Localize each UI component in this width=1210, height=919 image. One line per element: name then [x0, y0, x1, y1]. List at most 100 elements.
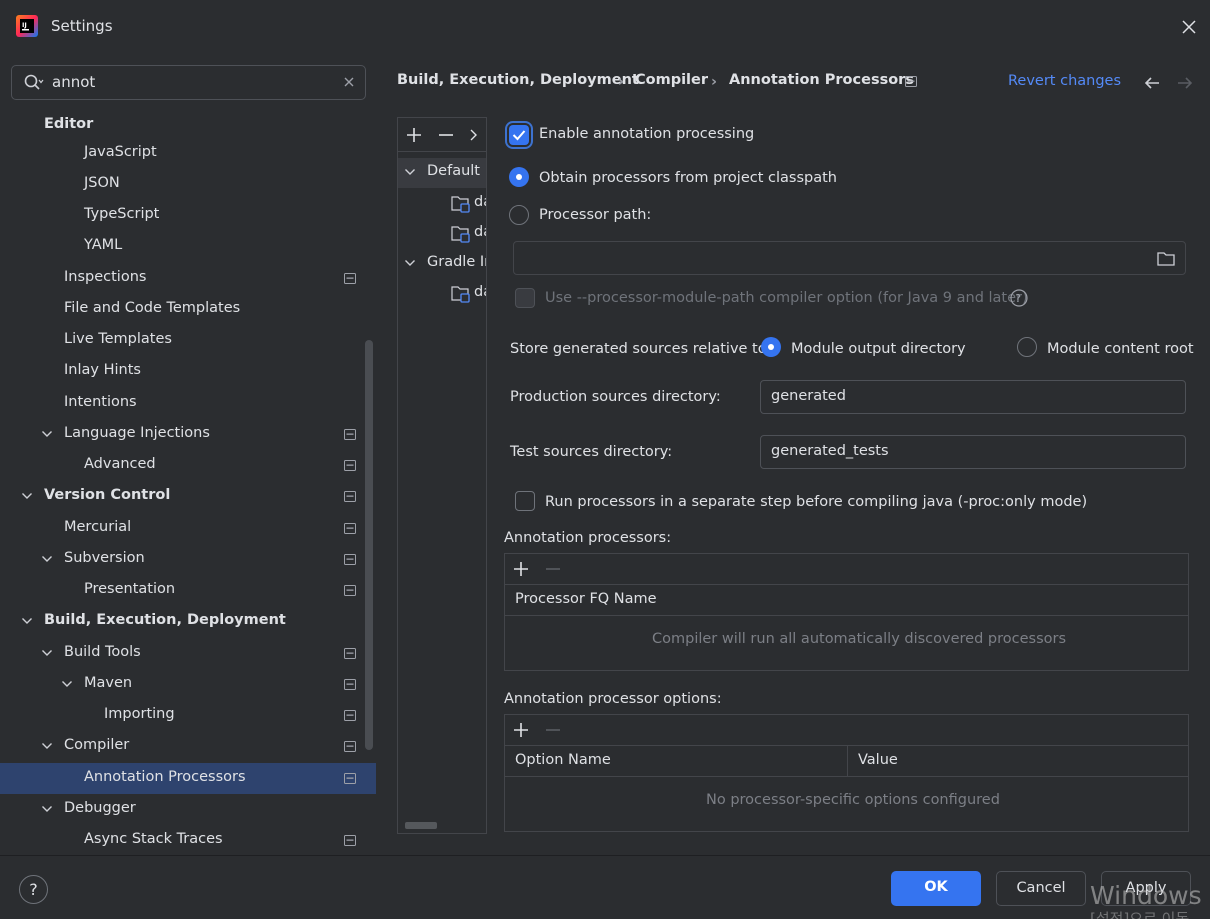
processor-module-path-label: Use --processor-module-path compiler opt…	[545, 290, 1028, 306]
tree-item-label: Inlay Hints	[64, 362, 141, 378]
tree-item[interactable]: Build Tools	[0, 638, 376, 669]
search-input[interactable]: annot	[52, 73, 95, 91]
test-sources-input[interactable]: generated_tests	[760, 435, 1186, 469]
profile-module[interactable]: da	[398, 279, 486, 309]
tree-item[interactable]: Editor	[0, 110, 376, 141]
options-table-header: Option Name Value	[505, 746, 1188, 777]
more-chevron-right-icon[interactable]	[468, 128, 478, 142]
enable-annotation-processing-label: Enable annotation processing	[539, 126, 755, 142]
help-circle-icon[interactable]: ?	[1010, 289, 1028, 307]
column-value[interactable]: Value	[858, 752, 898, 768]
module-content-root-radio[interactable]	[1017, 337, 1037, 357]
tree-item[interactable]: Importing	[0, 700, 376, 731]
svg-text:IJ: IJ	[22, 21, 27, 29]
tree-item[interactable]: Subversion	[0, 544, 376, 575]
tree-item-label: Live Templates	[64, 331, 172, 347]
test-sources-label: Test sources directory:	[510, 444, 673, 460]
column-option-name[interactable]: Option Name	[515, 752, 611, 768]
tree-item[interactable]: Inlay Hints	[0, 356, 376, 387]
tree-item[interactable]: Debugger	[0, 794, 376, 825]
tree-item[interactable]: Live Templates	[0, 325, 376, 356]
processors-toolbar	[505, 554, 1188, 585]
chevron-down-icon[interactable]	[41, 741, 53, 751]
tree-item[interactable]: Build, Execution, Deployment	[0, 606, 376, 637]
chevron-down-icon[interactable]	[41, 429, 53, 439]
add-processor-icon[interactable]	[513, 561, 529, 577]
tree-item[interactable]: Inspections	[0, 263, 376, 294]
remove-option-icon[interactable]	[545, 722, 561, 738]
tree-item-label: Build, Execution, Deployment	[44, 612, 286, 628]
tree-item[interactable]: Intentions	[0, 388, 376, 419]
cancel-button[interactable]: Cancel	[996, 871, 1086, 906]
tree-item-label: Language Injections	[64, 425, 210, 441]
processor-path-radio[interactable]	[509, 205, 529, 225]
remove-profile-icon[interactable]	[438, 127, 454, 143]
module-folder-icon	[451, 195, 471, 213]
profile-group[interactable]: Gradle In	[398, 249, 486, 279]
run-separate-step-checkbox[interactable]	[515, 491, 535, 511]
tree-item[interactable]: File and Code Templates	[0, 294, 376, 325]
tree-item[interactable]: Version Control	[0, 481, 376, 512]
back-arrow-icon[interactable]	[1143, 76, 1161, 90]
processors-table-header: Processor FQ Name	[505, 585, 1188, 616]
tree-item[interactable]: Async Stack Traces	[0, 825, 376, 853]
chevron-down-icon[interactable]	[41, 804, 53, 814]
processor-path-label: Processor path:	[539, 207, 652, 223]
windows-activation-watermark: Windows 정	[1090, 881, 1210, 910]
help-button[interactable]: ?	[19, 875, 48, 904]
project-level-page-icon	[344, 648, 356, 659]
tree-item[interactable]: TypeScript	[0, 200, 376, 231]
tree-item-label: JSON	[84, 175, 120, 191]
tree-item[interactable]: Annotation Processors	[0, 763, 376, 794]
enable-annotation-processing-checkbox[interactable]	[509, 125, 529, 145]
tree-scrollbar[interactable]	[365, 340, 373, 750]
tree-item[interactable]: YAML	[0, 231, 376, 262]
tree-item[interactable]: Maven	[0, 669, 376, 700]
search-icon	[24, 74, 44, 92]
chevron-down-icon[interactable]	[404, 167, 416, 177]
processor-module-path-checkbox[interactable]	[515, 288, 535, 308]
chevron-down-icon[interactable]	[21, 491, 33, 501]
clear-search-icon[interactable]	[342, 75, 356, 89]
chevron-down-icon[interactable]	[41, 648, 53, 658]
breadcrumb-item-build: Build, Execution, Deployment	[397, 72, 639, 88]
tree-item[interactable]: Mercurial	[0, 513, 376, 544]
tree-item-label: Presentation	[84, 581, 176, 597]
forward-arrow-icon[interactable]	[1176, 76, 1194, 90]
close-icon[interactable]	[1178, 16, 1200, 38]
production-sources-label: Production sources directory:	[510, 389, 721, 405]
chevron-down-icon[interactable]	[61, 679, 73, 689]
add-profile-icon[interactable]	[406, 127, 422, 143]
tree-item-label: Build Tools	[64, 644, 141, 660]
profiles-horizontal-scrollbar[interactable]	[405, 822, 437, 829]
tree-item[interactable]: Presentation	[0, 575, 376, 606]
tree-item[interactable]: JSON	[0, 169, 376, 200]
folder-browse-icon[interactable]	[1157, 251, 1175, 266]
tree-item-label: Inspections	[64, 269, 147, 285]
obtain-from-classpath-radio[interactable]	[509, 167, 529, 187]
production-sources-value: generated	[771, 388, 846, 404]
module-output-directory-radio[interactable]	[761, 337, 781, 357]
tree-item[interactable]: JavaScript	[0, 138, 376, 169]
tree-item-label: Mercurial	[64, 519, 132, 535]
chevron-down-icon[interactable]	[404, 258, 416, 268]
svg-text:?: ?	[1015, 292, 1021, 305]
settings-search-field[interactable]: annot	[11, 65, 366, 100]
production-sources-input[interactable]: generated	[760, 380, 1186, 414]
profile-module[interactable]: da	[398, 219, 486, 249]
project-level-page-icon	[905, 76, 917, 87]
processor-path-field[interactable]	[513, 241, 1186, 275]
column-processor-fq-name[interactable]: Processor FQ Name	[515, 591, 657, 607]
tree-item[interactable]: Compiler	[0, 731, 376, 762]
tree-item[interactable]: Advanced	[0, 450, 376, 481]
ok-button[interactable]: OK	[891, 871, 981, 906]
chevron-down-icon[interactable]	[41, 554, 53, 564]
add-option-icon[interactable]	[513, 722, 529, 738]
remove-processor-icon[interactable]	[545, 561, 561, 577]
profile-group[interactable]: Default	[398, 158, 486, 188]
options-empty-text: No processor-specific options configured	[706, 792, 1000, 808]
tree-item[interactable]: Language Injections	[0, 419, 376, 450]
chevron-down-icon[interactable]	[21, 616, 33, 626]
profile-module[interactable]: da	[398, 189, 486, 219]
revert-changes-link[interactable]: Revert changes	[1008, 73, 1121, 89]
